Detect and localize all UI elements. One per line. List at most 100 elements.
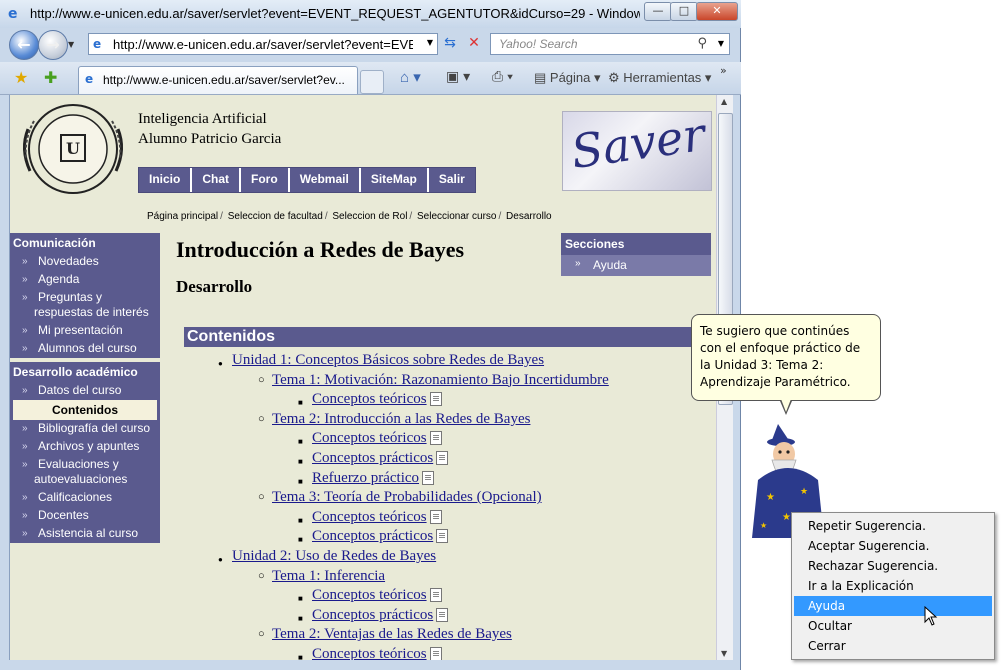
- breadcrumb-item[interactable]: Desarrollo: [506, 211, 552, 222]
- document-icon[interactable]: [429, 392, 442, 407]
- page-menu-label[interactable]: Página: [550, 70, 590, 85]
- menu-item-ayuda[interactable]: Ayuda: [794, 596, 992, 616]
- document-icon[interactable]: [422, 470, 435, 485]
- sidebar-item-calificaciones[interactable]: » Calificaciones: [10, 489, 160, 507]
- tools-menu[interactable]: ⚙ Herramientas ▾: [608, 70, 711, 86]
- bullet-icon: ■: [298, 652, 303, 660]
- search-dropdown-icon[interactable]: ▼: [718, 39, 724, 48]
- sidebar-item-mi-presentacion[interactable]: » Mi presentación: [10, 322, 160, 340]
- content-link[interactable]: Tema 3: Teoría de Probabilidades (Opcion…: [272, 489, 542, 505]
- stop-icon[interactable]: ✕: [464, 35, 484, 53]
- address-url[interactable]: http://www.e-unicen.edu.ar/saver/servlet…: [113, 37, 413, 52]
- maximize-button[interactable]: □: [670, 2, 698, 21]
- forward-button[interactable]: →: [38, 30, 68, 60]
- new-tab-button[interactable]: [360, 70, 384, 94]
- toolbar-overflow-icon[interactable]: »: [720, 64, 727, 77]
- content-link[interactable]: Conceptos teóricos: [312, 646, 427, 660]
- content-link[interactable]: Tema 1: Motivación: Razonamiento Bajo In…: [272, 372, 609, 388]
- content-link[interactable]: Unidad 2: Uso de Redes de Bayes: [232, 548, 436, 564]
- document-icon[interactable]: [436, 529, 449, 544]
- content-link[interactable]: Unidad 1: Conceptos Básicos sobre Redes …: [232, 352, 544, 368]
- back-button[interactable]: ←: [9, 30, 39, 60]
- nav-salir[interactable]: Salir: [428, 168, 475, 192]
- chevron-right-icon: »: [22, 385, 28, 396]
- content-link[interactable]: Conceptos prácticos: [312, 607, 433, 623]
- scroll-up-icon[interactable]: ▲: [721, 97, 727, 106]
- sidebar-item-asistencia[interactable]: » Asistencia al curso: [10, 525, 160, 543]
- content-link[interactable]: Refuerzo práctico: [312, 470, 419, 486]
- search-icon[interactable]: ⚲: [697, 36, 707, 51]
- student-name: Alumno Patricio Garcia: [138, 131, 282, 147]
- nav-chat[interactable]: Chat: [192, 168, 242, 192]
- breadcrumb-item[interactable]: Seleccionar curso: [417, 211, 496, 222]
- menu-item-cerrar[interactable]: Cerrar: [792, 636, 994, 656]
- bullet-icon: ○: [258, 412, 265, 425]
- scroll-down-icon[interactable]: ▼: [721, 649, 727, 658]
- menu-item-repetir[interactable]: Repetir Sugerencia.: [792, 516, 994, 536]
- content-link[interactable]: Conceptos prácticos: [312, 528, 433, 544]
- chevron-right-icon: »: [22, 528, 28, 539]
- add-favorites-icon[interactable]: ✚: [44, 68, 57, 87]
- content-link[interactable]: Conceptos teóricos: [312, 509, 427, 525]
- menu-item-explicacion[interactable]: Ir a la Explicación: [792, 576, 994, 596]
- content-link[interactable]: Conceptos prácticos: [312, 450, 433, 466]
- document-icon[interactable]: [429, 431, 442, 446]
- sidebar-item-docentes[interactable]: » Docentes: [10, 507, 160, 525]
- content-link[interactable]: Tema 1: Inferencia: [272, 568, 385, 584]
- page-menu[interactable]: ▤ Página ▾: [534, 70, 601, 86]
- nav-webmail[interactable]: Webmail: [289, 168, 361, 192]
- sidebar-item-archivos[interactable]: » Archivos y apuntes: [10, 438, 160, 456]
- document-icon[interactable]: [429, 509, 442, 524]
- nav-foro[interactable]: Foro: [241, 168, 290, 192]
- sidebar-item-evaluaciones[interactable]: » Evaluaciones y autoevaluaciones: [10, 456, 160, 489]
- document-icon[interactable]: [436, 607, 449, 622]
- menu-item-aceptar[interactable]: Aceptar Sugerencia.: [792, 536, 994, 556]
- breadcrumb-item[interactable]: Página principal: [147, 211, 218, 222]
- sidebar-item-agenda[interactable]: » Agenda: [10, 271, 160, 289]
- breadcrumb-item[interactable]: Seleccion de Rol: [332, 211, 407, 222]
- home-icon[interactable]: ⌂ ▾: [400, 68, 421, 86]
- feeds-icon[interactable]: ▣ ▾: [446, 68, 470, 85]
- agent-speech-balloon: Te sugiero que continúes con el enfoque …: [691, 314, 881, 415]
- sidebar-item-novedades[interactable]: » Novedades: [10, 253, 160, 271]
- history-dropdown-icon[interactable]: ▼: [68, 40, 74, 49]
- content-link[interactable]: Conceptos teóricos: [312, 391, 427, 407]
- sidebar-item-alumnos[interactable]: » Alumnos del curso: [10, 340, 160, 358]
- saver-logo: Saver: [562, 111, 712, 191]
- sidebar-section-comunicacion: Comunicación: [10, 233, 160, 253]
- browser-tab[interactable]: e http://www.e-unicen.edu.ar/saver/servl…: [78, 66, 358, 94]
- chevron-right-icon: »: [575, 258, 581, 269]
- minimize-button[interactable]: —: [644, 2, 672, 21]
- close-button[interactable]: ✕: [696, 2, 738, 21]
- sidebar-item-datos-curso[interactable]: » Datos del curso: [10, 382, 160, 400]
- sidebar-item-preguntas[interactable]: » Preguntas y respuestas de interés: [10, 289, 160, 322]
- menu-item-rechazar[interactable]: Rechazar Sugerencia.: [792, 556, 994, 576]
- nav-inicio[interactable]: Inicio: [139, 168, 193, 192]
- document-icon[interactable]: [429, 646, 442, 660]
- content-link[interactable]: Tema 2: Introducción a las Redes de Baye…: [272, 411, 530, 427]
- content-link[interactable]: Conceptos teóricos: [312, 430, 427, 446]
- secciones-item-ayuda[interactable]: » Ayuda: [561, 255, 711, 276]
- address-dropdown-icon[interactable]: ▼: [427, 38, 433, 47]
- content-link[interactable]: Conceptos teóricos: [312, 587, 427, 603]
- address-bar[interactable]: e http://www.e-unicen.edu.ar/saver/servl…: [88, 33, 438, 55]
- print-icon[interactable]: ⎙ ▾: [492, 68, 513, 85]
- sidebar-item-contenidos[interactable]: Contenidos: [10, 400, 160, 420]
- address-row: ← → ▼ e http://www.e-unicen.edu.ar/saver…: [0, 28, 741, 62]
- refresh-icon[interactable]: ⇆: [440, 35, 460, 53]
- breadcrumb-item[interactable]: Seleccion de facultad: [228, 211, 323, 222]
- nav-sitemap[interactable]: SiteMap: [360, 168, 429, 192]
- bullet-icon: ○: [258, 569, 265, 582]
- svg-text:★: ★: [782, 512, 791, 523]
- menu-item-ocultar[interactable]: Ocultar: [792, 616, 994, 636]
- sidebar-item-bibliografia[interactable]: » Bibliografía del curso: [10, 420, 160, 438]
- tab-title[interactable]: http://www.e-unicen.edu.ar/saver/servlet…: [103, 73, 353, 87]
- document-icon[interactable]: [436, 450, 449, 465]
- bullet-icon: ●: [218, 359, 223, 368]
- search-placeholder[interactable]: Yahoo! Search: [499, 37, 578, 51]
- content-link[interactable]: Tema 2: Ventajas de las Redes de Bayes: [272, 626, 512, 642]
- favorites-star-icon[interactable]: ★: [14, 68, 28, 87]
- document-icon[interactable]: [429, 588, 442, 603]
- tools-menu-label[interactable]: Herramientas: [623, 70, 701, 85]
- search-box[interactable]: Yahoo! Search ⚲ ▼: [490, 33, 730, 55]
